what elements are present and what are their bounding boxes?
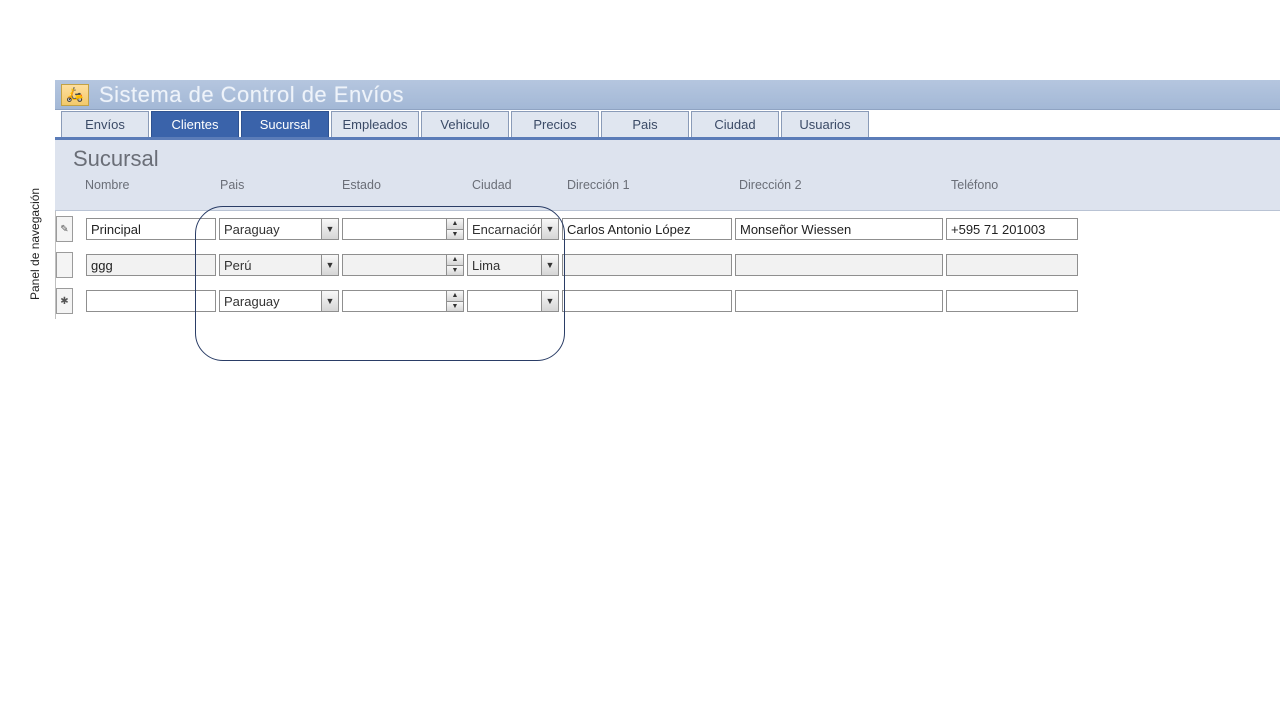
nombre-field[interactable] (86, 218, 216, 240)
direccion1-field[interactable] (562, 254, 732, 276)
nombre-field[interactable] (86, 254, 216, 276)
pais-combo[interactable]: Paraguay ▼ (219, 290, 339, 312)
row-selector-edit-icon[interactable]: ✎ (56, 216, 73, 242)
chevron-up-icon[interactable]: ▲ (447, 255, 463, 266)
chevron-down-icon[interactable]: ▼ (321, 291, 338, 311)
pais-combo[interactable]: Perú ▼ (219, 254, 339, 276)
app-title: Sistema de Control de Envíos (99, 82, 404, 108)
chevron-down-icon[interactable]: ▼ (541, 219, 558, 239)
chevron-down-icon[interactable]: ▼ (447, 302, 463, 312)
pais-value: Paraguay (224, 294, 280, 309)
col-pais: Pais (220, 178, 342, 192)
estado-spinner[interactable]: ▲ ▼ (342, 254, 464, 276)
col-telefono: Teléfono (951, 178, 998, 192)
tab-clientes[interactable]: Clientes (151, 111, 239, 137)
pais-value: Paraguay (224, 222, 280, 237)
row-selector-new-icon[interactable]: ✱ (56, 288, 73, 314)
chevron-down-icon[interactable]: ▼ (541, 255, 558, 275)
nombre-field[interactable] (86, 290, 216, 312)
direccion2-field[interactable] (735, 218, 943, 240)
telefono-field[interactable] (946, 218, 1078, 240)
chevron-up-icon[interactable]: ▲ (447, 291, 463, 302)
direccion2-field[interactable] (735, 290, 943, 312)
estado-spinner[interactable]: ▲ ▼ (342, 290, 464, 312)
nav-panel-collapsed-label[interactable]: Panel de navegación (28, 188, 42, 300)
chevron-down-icon[interactable]: ▼ (447, 230, 463, 240)
chevron-up-icon[interactable]: ▲ (447, 219, 463, 230)
ciudad-value: Lima (472, 258, 500, 273)
ciudad-value: Encarnación (472, 222, 544, 237)
tab-pais[interactable]: Pais (601, 111, 689, 137)
tab-empleados[interactable]: Empleados (331, 111, 419, 137)
estado-spinner[interactable]: ▲ ▼ (342, 218, 464, 240)
ciudad-combo[interactable]: Lima ▼ (467, 254, 559, 276)
col-direccion1: Dirección 1 (567, 178, 739, 192)
spinner-buttons[interactable]: ▲ ▼ (446, 255, 463, 275)
telefono-field[interactable] (946, 290, 1078, 312)
direccion2-field[interactable] (735, 254, 943, 276)
pais-value: Perú (224, 258, 251, 273)
ciudad-combo[interactable]: Encarnación ▼ (467, 218, 559, 240)
pais-combo[interactable]: Paraguay ▼ (219, 218, 339, 240)
tab-sucursal[interactable]: Sucursal (241, 111, 329, 137)
tab-ciudad[interactable]: Ciudad (691, 111, 779, 137)
chevron-down-icon[interactable]: ▼ (541, 291, 558, 311)
spinner-buttons[interactable]: ▲ ▼ (446, 219, 463, 239)
table-row: ✎ Paraguay ▼ ▲ ▼ Encarnación ▼ (56, 211, 1280, 247)
tab-envios[interactable]: Envíos (61, 111, 149, 137)
data-grid: ✎ Paraguay ▼ ▲ ▼ Encarnación ▼ (55, 211, 1280, 319)
app-root: Panel de navegación 🛵 Sistema de Control… (0, 0, 1280, 720)
subform-header: Sucursal Nombre Pais Estado Ciudad Direc… (55, 140, 1280, 211)
col-nombre: Nombre (85, 178, 220, 192)
row-selector[interactable] (56, 252, 73, 278)
table-row: Perú ▼ ▲ ▼ Lima ▼ (56, 247, 1280, 283)
direccion1-field[interactable] (562, 290, 732, 312)
direccion1-field[interactable] (562, 218, 732, 240)
tab-precios[interactable]: Precios (511, 111, 599, 137)
col-estado: Estado (342, 178, 472, 192)
table-row-new: ✱ Paraguay ▼ ▲ ▼ ▼ (56, 283, 1280, 319)
chevron-down-icon[interactable]: ▼ (321, 219, 338, 239)
app-titlebar: 🛵 Sistema de Control de Envíos (55, 80, 1280, 110)
chevron-down-icon[interactable]: ▼ (447, 266, 463, 276)
tab-usuarios[interactable]: Usuarios (781, 111, 869, 137)
ciudad-combo[interactable]: ▼ (467, 290, 559, 312)
chevron-down-icon[interactable]: ▼ (321, 255, 338, 275)
col-ciudad: Ciudad (472, 178, 567, 192)
app-icon: 🛵 (61, 84, 89, 106)
col-direccion2: Dirección 2 (739, 178, 951, 192)
tab-bar: Envíos Clientes Sucursal Empleados Vehic… (55, 110, 1280, 140)
subform-title: Sucursal (73, 146, 1280, 172)
column-labels: Nombre Pais Estado Ciudad Dirección 1 Di… (73, 178, 1280, 192)
telefono-field[interactable] (946, 254, 1078, 276)
tab-vehiculo[interactable]: Vehiculo (421, 111, 509, 137)
spinner-buttons[interactable]: ▲ ▼ (446, 291, 463, 311)
main-content: 🛵 Sistema de Control de Envíos Envíos Cl… (55, 80, 1280, 319)
